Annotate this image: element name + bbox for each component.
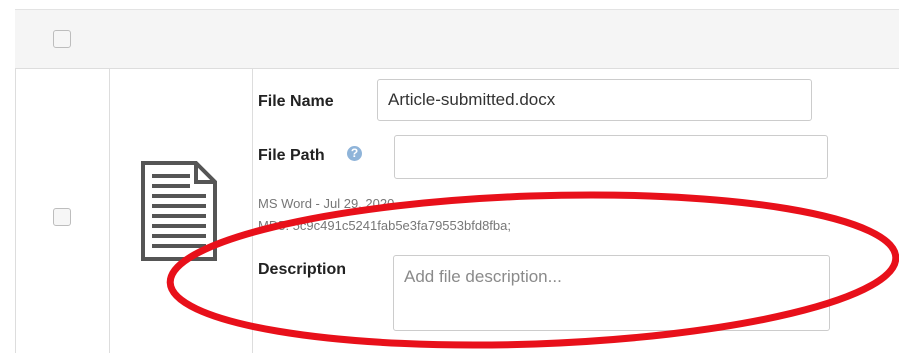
help-icon[interactable]: ? (347, 146, 362, 161)
table-left-border (15, 68, 16, 353)
table-header-row (15, 9, 899, 69)
row-select-checkbox[interactable] (53, 208, 71, 226)
file-type-date: MS Word - Jul 29, 2020 (258, 196, 395, 211)
description-textarea[interactable] (393, 255, 830, 331)
select-all-checkbox[interactable] (53, 30, 71, 48)
file-name-label: File Name (258, 93, 334, 110)
file-name-input[interactable] (377, 79, 812, 121)
column-divider-checkbox (109, 68, 110, 353)
file-path-input[interactable] (394, 135, 828, 179)
column-divider-icon (252, 68, 253, 353)
description-label: Description (258, 261, 347, 278)
document-icon (141, 161, 217, 261)
file-path-label: File Path (258, 147, 325, 164)
file-table: File Name File Path ? MS Word - Jul 29, … (0, 0, 899, 353)
file-md5: MD5: 5c9c491c5241fab5e3fa79553bfd8fba; (258, 218, 511, 233)
